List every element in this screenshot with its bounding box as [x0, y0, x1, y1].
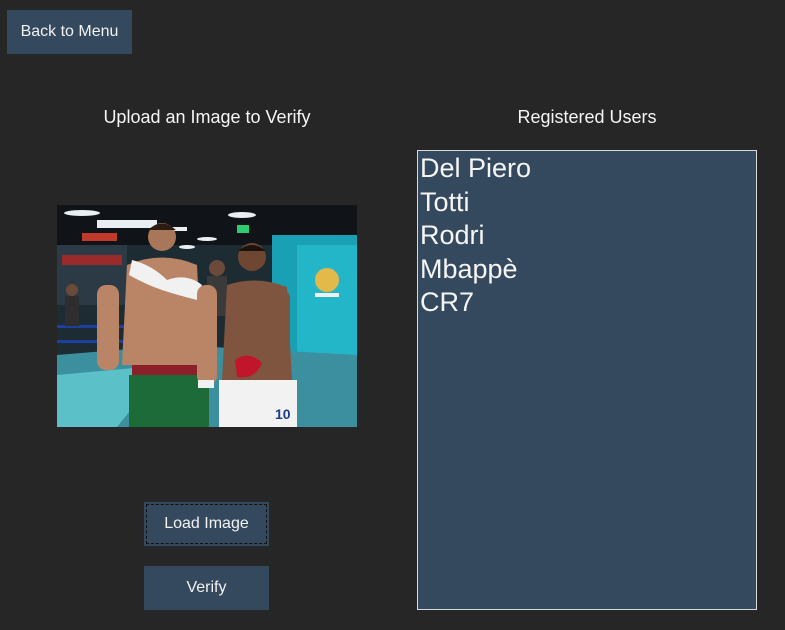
app-window: Back to Menu Upload an Image to Verify R…	[0, 0, 785, 630]
upload-heading: Upload an Image to Verify	[103, 107, 311, 127]
load-image-button[interactable]: Load Image	[144, 502, 269, 546]
registered-users-heading: Registered Users	[517, 107, 657, 127]
verify-button[interactable]: Verify	[144, 566, 269, 610]
list-item[interactable]: Mbappè	[420, 253, 754, 287]
registered-users-list[interactable]: Del Piero Totti Rodri Mbappè CR7	[417, 150, 757, 610]
list-item[interactable]: Del Piero	[420, 152, 754, 186]
back-to-menu-button[interactable]: Back to Menu	[7, 10, 132, 54]
list-item[interactable]: Totti	[420, 186, 754, 220]
list-item[interactable]: Rodri	[420, 219, 754, 253]
shirt-number: 10	[275, 406, 291, 422]
list-item[interactable]: CR7	[420, 286, 754, 320]
image-preview: 10	[57, 205, 357, 427]
